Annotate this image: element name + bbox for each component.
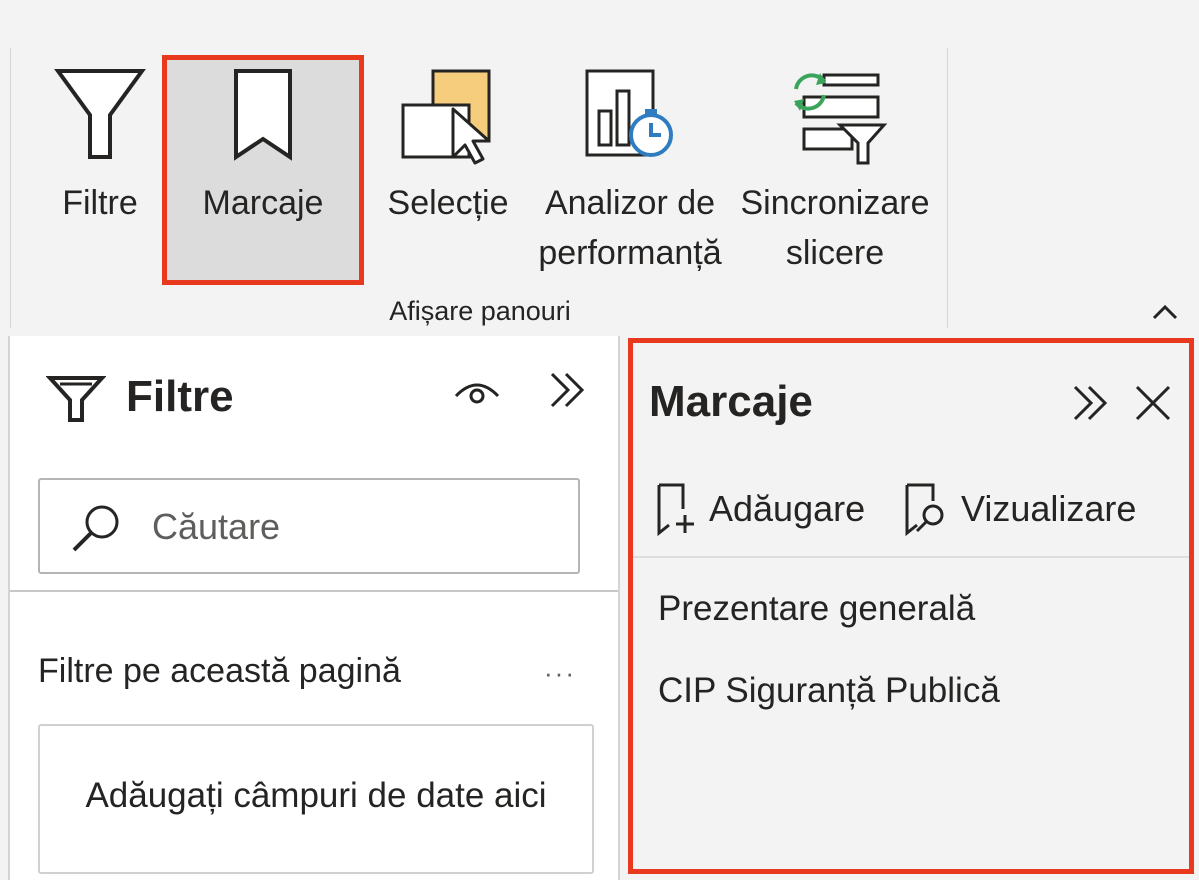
add-bookmark-label: Adăugare (709, 488, 866, 529)
ribbon-sync-slicers-label: Sincronizare slicere (740, 184, 930, 272)
ribbon-bookmarks-label: Marcaje (202, 184, 324, 222)
drop-zone-text: Adăugați câmpuri de date aici (85, 776, 547, 815)
collapse-ribbon-chevron-icon[interactable] (1150, 300, 1180, 324)
eye-icon[interactable] (452, 376, 502, 411)
selection-icon (388, 65, 508, 165)
search-icon (70, 502, 124, 561)
ribbon-performance-analyzer-label: Analizor de performanță (538, 184, 722, 272)
ribbon-sync-slicers-button[interactable]: Sincronizare slicere (741, 55, 929, 285)
ribbon-performance-analyzer-button[interactable]: Analizor de performanță (538, 55, 722, 285)
view-bookmark-icon (905, 483, 944, 537)
ribbon: Filtre Marcaje Selecție Analizor de perf… (0, 0, 1199, 336)
more-options-icon[interactable]: ··· (544, 658, 576, 689)
filter-icon (40, 65, 160, 165)
bookmarks-pane: Marcaje Adăugare Vizualizare Prezentare … (628, 338, 1194, 874)
filter-icon (45, 374, 107, 429)
add-bookmark-button[interactable]: Adăugare (655, 479, 865, 539)
add-data-fields-drop-zone[interactable]: Adăugați câmpuri de date aici (38, 724, 594, 874)
view-bookmarks-button[interactable]: Vizualizare (903, 479, 1136, 539)
expand-pane-icon[interactable] (1069, 383, 1113, 428)
ribbon-bookmarks-button[interactable]: Marcaje (162, 55, 364, 285)
view-bookmarks-label: Vizualizare (961, 488, 1137, 529)
performance-analyzer-icon (545, 65, 715, 165)
filters-on-page-heading: Filtre pe această pagină (38, 652, 401, 690)
ribbon-selection-button[interactable]: Selecție (388, 55, 508, 285)
ribbon-separator (947, 48, 948, 328)
close-icon[interactable] (1133, 383, 1173, 428)
search-input[interactable] (150, 500, 554, 554)
bookmarks-pane-title: Marcaje (649, 377, 813, 426)
divider (633, 556, 1189, 558)
expand-pane-icon[interactable] (546, 370, 590, 415)
sync-slicers-icon (750, 65, 920, 165)
bookmark-item[interactable]: CIP Siguranță Publică (658, 671, 1000, 711)
bookmark-icon (167, 65, 359, 165)
filters-search-box[interactable] (38, 478, 580, 574)
ribbon-filters-button[interactable]: Filtre (40, 55, 160, 285)
ribbon-group-label: Afișare panouri (389, 296, 571, 326)
filters-pane: Filtre Filtre pe această pagină ··· Adău… (8, 336, 620, 880)
add-bookmark-icon (657, 483, 694, 537)
ribbon-selection-label: Selecție (387, 184, 509, 222)
ribbon-separator (10, 48, 11, 328)
filters-pane-title: Filtre (126, 372, 234, 421)
divider (10, 590, 618, 592)
bookmark-item[interactable]: Prezentare generală (658, 589, 975, 629)
